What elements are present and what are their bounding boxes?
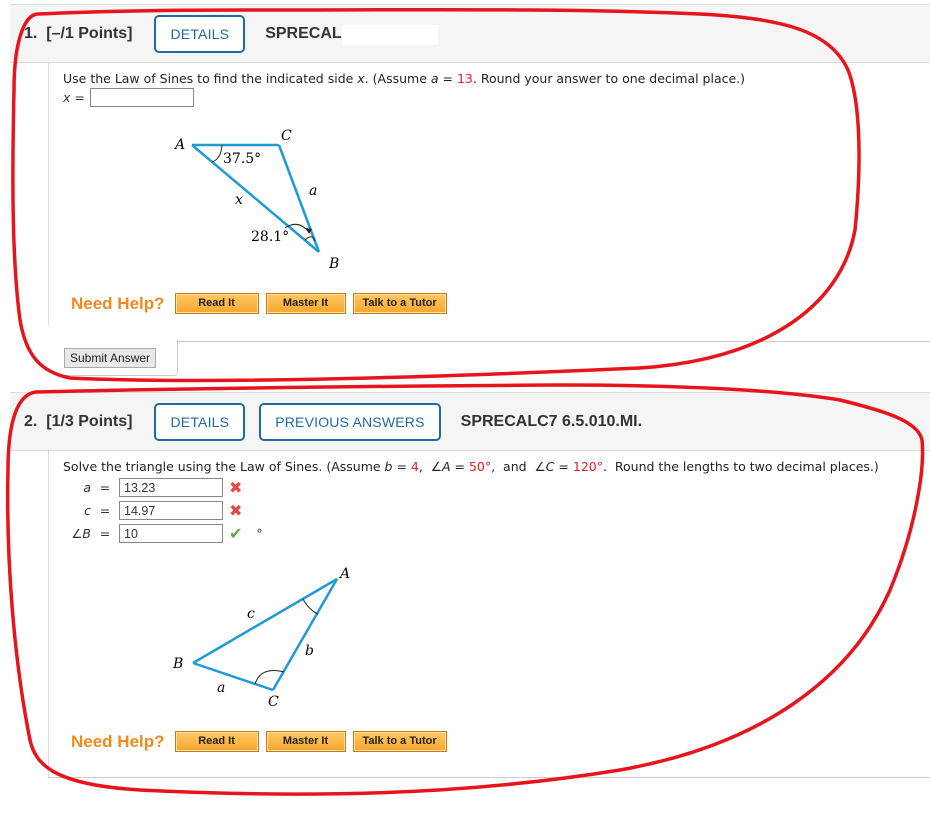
triangle-side-b — [271, 578, 339, 691]
answer-label-c: c — [84, 503, 91, 518]
vertex-label-A: A — [173, 137, 185, 153]
question-2-details-button[interactable]: DETAILS — [154, 402, 246, 441]
question-1-prompt: Use the Law of Sines to find the indicat… — [63, 71, 746, 86]
question-2-bottom-border — [48, 777, 930, 778]
annotation-loop-question-1 — [11, 7, 861, 383]
incorrect-icon: ✖ — [229, 501, 243, 520]
question-1-points: 1. [–/1 Points] — [24, 24, 133, 42]
read-it-button[interactable]: Read It — [174, 293, 259, 314]
angle-arc-A — [302, 598, 319, 615]
angle-label-B: 28.1° — [251, 229, 289, 245]
answer-label-a: a — [83, 480, 91, 495]
answer-row-c: c = 14.97 ✖ — [63, 501, 242, 520]
question-1-triangle-figure: A C B 37.5° 28.1° x a — [173, 128, 339, 272]
need-help-label: Need Help? — [71, 731, 165, 751]
talk-to-tutor-button[interactable]: Talk to a Tutor — [352, 293, 447, 314]
equals-sign: = — [99, 526, 111, 541]
previous-answers-button[interactable]: PREVIOUS ANSWERS — [259, 402, 441, 441]
submit-answer-button[interactable]: Submit Answer — [64, 348, 157, 368]
incorrect-icon: ✖ — [229, 478, 243, 497]
vertex-label-B: B — [172, 656, 183, 672]
answer-label-angle-b: ∠B — [71, 526, 91, 541]
question-1-header: 1. [–/1 Points] DETAILS SPRECALC — [10, 4, 930, 63]
question-1-details-button[interactable]: DETAILS — [154, 14, 246, 53]
vertex-label-C: C — [281, 128, 292, 144]
answer-input-a[interactable]: 13.23 — [119, 478, 223, 497]
question-1-code: SPRECALC — [265, 24, 354, 42]
redaction-patch — [342, 25, 438, 45]
answer-row-a: a = 13.23 ✖ — [63, 478, 242, 497]
answer-input-angle-b[interactable]: 10 — [119, 524, 223, 543]
side-label-b: b — [305, 643, 314, 659]
master-it-button[interactable]: Master It — [265, 731, 346, 752]
angle-label-A: 37.5° — [223, 151, 261, 167]
question-2-triangle-figure: A B C c b a — [172, 566, 350, 710]
answer-input-x[interactable] — [89, 88, 194, 107]
vertex-label-B: B — [328, 256, 339, 272]
answer-label-x: x = — [63, 90, 85, 105]
question-2-header: 2. [1/3 Points] DETAILS PREVIOUS ANSWERS… — [10, 392, 930, 451]
angle-arc-A — [211, 144, 223, 163]
side-label-x: x — [235, 192, 243, 208]
equals-sign: = — [99, 503, 111, 518]
equals-sign: = — [99, 480, 111, 495]
triangle-side-a — [192, 661, 274, 692]
submit-area — [57, 341, 930, 377]
vertex-label-C: C — [268, 694, 279, 710]
question-2-points: 2. [1/3 Points] — [24, 412, 133, 430]
question-2-body — [48, 450, 49, 777]
read-it-button[interactable]: Read It — [174, 731, 259, 752]
question-1-body — [48, 63, 49, 325]
talk-to-tutor-button[interactable]: Talk to a Tutor — [352, 731, 447, 752]
question-2-prompt: Solve the triangle using the Law of Sine… — [63, 459, 879, 474]
question-1-answer-row: x = — [63, 88, 194, 107]
degree-unit: ° — [256, 526, 263, 541]
side-label-a: a — [217, 680, 225, 696]
side-label-a: a — [309, 183, 317, 199]
answer-row-angle-b: ∠B = 10 ✔ ° — [63, 524, 263, 543]
question-1-need-help: Need Help? Read It Master It Talk to a T… — [71, 293, 454, 314]
master-it-button[interactable]: Master It — [265, 293, 346, 314]
question-2-code: SPRECALC7 6.5.010.MI. — [460, 412, 643, 430]
triangle-side-c — [192, 577, 338, 665]
need-help-label: Need Help? — [71, 293, 165, 313]
side-label-c: c — [247, 606, 255, 622]
answer-input-c[interactable]: 14.97 — [119, 501, 223, 520]
correct-check-icon: ✔ — [229, 524, 243, 543]
vertex-label-A: A — [338, 566, 350, 582]
question-2-need-help: Need Help? Read It Master It Talk to a T… — [71, 731, 454, 752]
